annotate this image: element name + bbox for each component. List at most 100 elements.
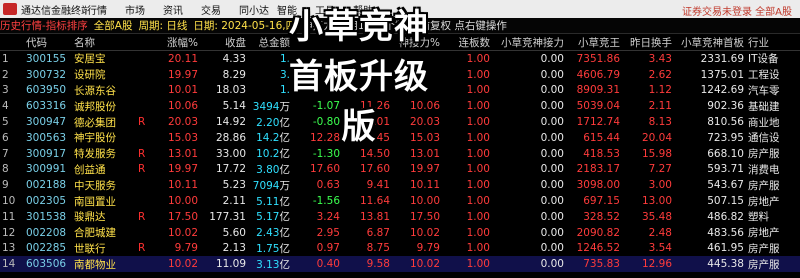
col-header-yesterday-turnover[interactable]: 昨日换手 [622, 34, 674, 51]
stock-name: 中天服务 [74, 179, 116, 192]
stock-name: 南国置业 [74, 195, 116, 208]
king-value: 7351.86 [576, 52, 620, 65]
board-count: 1.00 [466, 116, 490, 129]
table-row[interactable]: 7 300917 特发服务 R 13.01 33.00 10.2亿 -1.30 14.50 13.… [0, 146, 800, 162]
change-pct: 10.01 [167, 84, 198, 97]
col-header-col7[interactable] [292, 34, 342, 51]
close-price: 11.09 [200, 256, 248, 273]
title-date[interactable]: 日期: 2024-05-16,四 [193, 18, 296, 33]
menu-item-assistant[interactable]: 同小达 [239, 2, 277, 17]
col-header-relay[interactable]: 小草竞神接力 [492, 34, 566, 51]
yesterday-turnover: 3.43 [648, 52, 672, 65]
industry: 房产服 [746, 256, 800, 273]
col9-value: 15.03 [409, 131, 440, 144]
row-index: 3 [2, 84, 9, 97]
col-header-index[interactable] [0, 34, 24, 51]
amount-unit: 亿 [279, 148, 291, 161]
menu-item-help[interactable]: 帮助 [353, 2, 391, 17]
stock-code: 002305 [26, 195, 67, 208]
table-row[interactable]: 6 300563 神宇股份 15.03 28.86 14.2亿 12.28 2.45 15.03… [0, 130, 800, 146]
king-value: 418.53 [583, 147, 620, 160]
margin-flag [136, 98, 150, 114]
amount-unit: 亿 [279, 195, 291, 208]
col8-value [342, 83, 392, 99]
stock-code: 300947 [26, 116, 67, 129]
col-header-change-pct[interactable]: 涨幅% [150, 34, 200, 51]
board-count: 1.00 [466, 226, 490, 239]
col7-value: 0.97 [316, 242, 340, 255]
margin-flag [136, 193, 150, 209]
stock-code: 300155 [26, 52, 67, 65]
industry: 汽车零 [748, 84, 780, 97]
change-pct: 19.97 [167, 163, 198, 176]
close-price: 18.03 [215, 84, 246, 97]
amount-unit: 亿 [279, 242, 291, 255]
col9-value: 10.11 [409, 179, 440, 192]
table-row[interactable]: 14 603506 南都物业 10.02 11.09 3.13亿 0.40 9.58 10.02… [0, 256, 800, 273]
menu-item-news[interactable]: 资讯 [163, 2, 201, 17]
table-row[interactable]: 9 002188 中天服务 10.11 5.23 7094万 0.63 9.41 10.11 1.… [0, 177, 800, 193]
table-row[interactable]: 4 603316 诚邦股份 10.06 5.14 3494万 -1.07 11.26 10.06… [0, 98, 800, 114]
menu-item-smart[interactable]: 智能 [277, 2, 315, 17]
col-header-close[interactable]: 收盘 [200, 34, 248, 51]
col-header-board-count[interactable]: 连板数 [442, 34, 492, 51]
stock-code: 603506 [24, 256, 72, 273]
col-header-code[interactable]: 代码 [24, 34, 72, 51]
title-scope[interactable]: 全部A股 [94, 18, 133, 33]
close-price: 14.92 [215, 116, 246, 129]
table-row[interactable]: 1 300155 安居宝 20.11 4.33 1. 1.00 0.00 7351.86 3.43… [0, 51, 800, 67]
col9-value: 10.06 [409, 100, 440, 113]
menu-item-quotes[interactable]: 行情 [87, 2, 125, 17]
table-row[interactable]: 2 300732 设研院 19.97 8.29 3. 1.00 0.00 4606.79 2.62… [0, 67, 800, 83]
industry: 房产服 [748, 148, 780, 161]
first-board-value: 902.36 [707, 100, 744, 113]
relay-value: 0.00 [540, 131, 564, 144]
change-pct: 9.79 [174, 242, 198, 255]
industry: 房地产 [748, 195, 780, 208]
title-period[interactable]: 周期: 日线 [138, 18, 187, 33]
first-board-value: 445.38 [674, 256, 746, 273]
relay-value: 0.00 [540, 116, 564, 129]
col-header-name[interactable]: 名称 [72, 34, 136, 51]
margin-flag [136, 67, 150, 83]
stock-code: 002208 [26, 226, 67, 239]
industry: 房地产 [748, 227, 780, 240]
col8-value: 14.50 [359, 147, 390, 160]
table-row[interactable]: 3 603950 长源东谷 10.01 18.03 1. 1.00 0.00 8909.31 1.… [0, 83, 800, 99]
industry: 房产服 [748, 179, 780, 192]
table-row[interactable]: 13 002285 世联行 R 9.79 2.13 1.75亿 0.97 8.75 9.79 1.0… [0, 241, 800, 257]
first-board-value: 543.67 [707, 179, 744, 192]
total-amount: 1. [279, 84, 290, 97]
stock-code: 002188 [26, 179, 67, 192]
close-price: 5.60 [222, 226, 246, 239]
close-price: 17.72 [215, 163, 246, 176]
login-status[interactable]: 证券交易未登录 全部A股 [682, 3, 792, 18]
col-header-col8[interactable] [342, 34, 392, 51]
col7-value: 0.63 [316, 179, 340, 192]
board-count: 1.00 [466, 84, 490, 97]
col-header-king[interactable]: 小草竞王 [566, 34, 622, 51]
table-row[interactable]: 11 301538 骏鼎达 R 17.50 177.31 5.17亿 3.24 13.81 17.… [0, 209, 800, 225]
table-row[interactable]: 10 002305 南国置业 10.00 2.11 5.11亿 -1.56 11.64 10.0… [0, 193, 800, 209]
table-row[interactable]: 8 300991 创益通 R 19.97 17.72 3.80亿 17.60 17.60 19.9… [0, 162, 800, 178]
stock-code: 603950 [26, 84, 67, 97]
menu-item-trade[interactable]: 交易 [201, 2, 239, 17]
table-row[interactable]: 12 002208 合肥城建 10.02 5.60 2.43亿 2.95 6.87 10.02 1… [0, 225, 800, 241]
menu-item-market[interactable]: 市场 [125, 2, 163, 17]
col-header-relay-pct[interactable]: 神接力% [392, 34, 442, 51]
relay-value: 0.00 [540, 226, 564, 239]
row-index: 4 [2, 100, 9, 113]
col9-value [392, 83, 442, 99]
table-row[interactable]: 5 300947 德必集团 R 20.03 14.92 2.20亿 -0.80 21.01 20.… [0, 114, 800, 130]
row-index: 5 [2, 116, 9, 129]
change-pct: 17.50 [167, 210, 198, 223]
stock-code: 300563 [26, 131, 67, 144]
col-header-amount[interactable]: 总金额 [248, 34, 292, 51]
col-header-industry[interactable]: 行业 [746, 34, 800, 51]
stock-code: 603316 [26, 100, 67, 113]
first-board-value: 2331.69 [700, 52, 744, 65]
total-amount: 3. [279, 68, 290, 81]
menu-item-tools[interactable]: 工具 [315, 2, 353, 17]
col-header-first-board[interactable]: 小草竞神首板 [674, 34, 746, 51]
app-logo-icon [3, 3, 17, 15]
